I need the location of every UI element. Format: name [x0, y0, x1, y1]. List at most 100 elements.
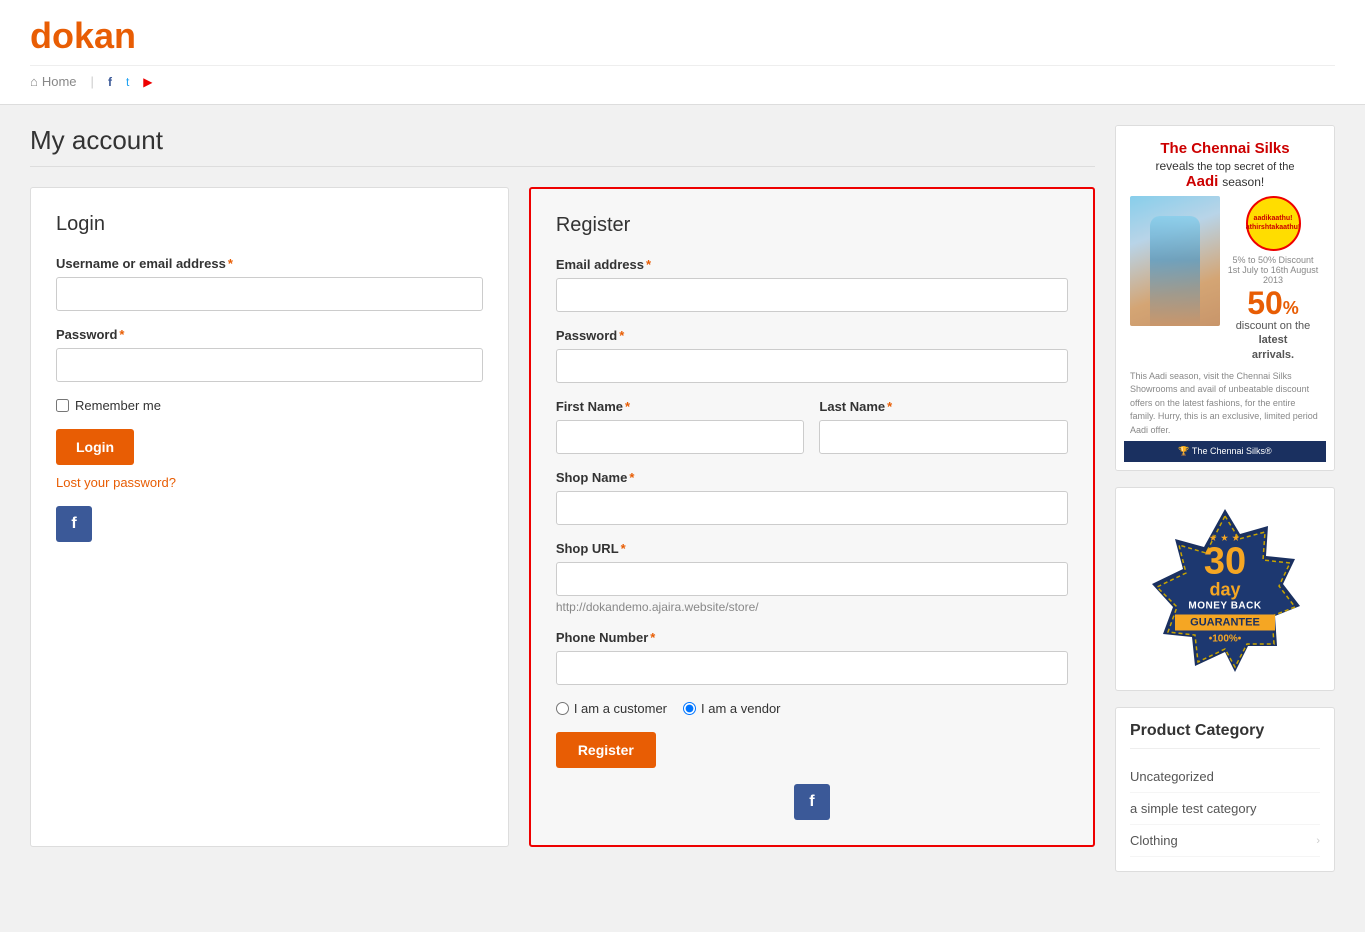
- shop-url-hint: http://dokandemo.ajaira.website/store/: [556, 600, 1068, 614]
- category-simple-test-label: a simple test category: [1130, 801, 1256, 816]
- register-fb-icon: f: [809, 793, 814, 811]
- remember-me-group: Remember me: [56, 398, 483, 413]
- vendor-radio-option[interactable]: I am a vendor: [683, 701, 781, 716]
- badge-100-percent: •100%•: [1165, 634, 1285, 645]
- ad-reveals-text: reveals the top secret of the: [1156, 159, 1295, 173]
- shop-url-required: *: [621, 541, 626, 556]
- first-name-required: *: [625, 399, 630, 414]
- password-required: *: [119, 327, 124, 342]
- username-input[interactable]: [56, 277, 483, 311]
- register-section: Register Email address* Password*: [529, 187, 1095, 847]
- ad-footer-brand: 🏆 The Chennai Silks®: [1178, 446, 1271, 457]
- register-facebook-button[interactable]: f: [794, 784, 830, 820]
- nav-home[interactable]: ⌂ Home: [30, 74, 77, 89]
- badge-money-back: MONEY BACK: [1165, 601, 1285, 612]
- category-clothing-label: Clothing: [1130, 833, 1178, 848]
- last-name-required: *: [887, 399, 892, 414]
- phone-input[interactable]: [556, 651, 1068, 685]
- last-name-label: Last Name*: [819, 399, 1068, 414]
- nav-twitter[interactable]: t: [126, 75, 129, 89]
- last-name-input[interactable]: [819, 420, 1068, 454]
- ad-creative: The Chennai Silks reveals the top secret…: [1116, 126, 1334, 470]
- email-label: Email address*: [556, 257, 1068, 272]
- category-item-simple-test[interactable]: a simple test category: [1130, 793, 1320, 825]
- username-required: *: [228, 256, 233, 271]
- register-fb-container: f: [556, 784, 1068, 820]
- main-nav: ⌂ Home | f t ▶: [30, 65, 1335, 89]
- nav-facebook[interactable]: f: [108, 75, 112, 89]
- phone-group: Phone Number*: [556, 630, 1068, 685]
- role-radio-group: I am a customer I am a vendor: [556, 701, 1068, 716]
- ad-model-image: [1130, 196, 1220, 326]
- customer-radio-label: I am a customer: [574, 701, 667, 716]
- login-section: Login Username or email address* Passwor…: [30, 187, 509, 847]
- reg-password-input[interactable]: [556, 349, 1068, 383]
- logo-accent: d: [30, 15, 52, 56]
- vendor-radio[interactable]: [683, 702, 696, 715]
- first-name-label: First Name*: [556, 399, 805, 414]
- password-input[interactable]: [56, 348, 483, 382]
- ad-circle-badge: aadikaathu!athirshtakaathu!: [1246, 196, 1301, 251]
- email-required: *: [646, 257, 651, 272]
- phone-label: Phone Number*: [556, 630, 1068, 645]
- logo-text: okan: [52, 15, 136, 56]
- ad-badge-text: aadikaathu!athirshtakaathu!: [1246, 215, 1300, 232]
- customer-radio-option[interactable]: I am a customer: [556, 701, 667, 716]
- nav-youtube[interactable]: ▶: [143, 75, 152, 89]
- sidebar-ad-banner: The Chennai Silks reveals the top secret…: [1115, 125, 1335, 471]
- ad-brand-name: The Chennai Silks: [1160, 140, 1289, 157]
- shop-url-label: Shop URL*: [556, 541, 1068, 556]
- first-name-input[interactable]: [556, 420, 805, 454]
- login-button[interactable]: Login: [56, 429, 134, 465]
- nav-divider: |: [91, 74, 94, 89]
- remember-label[interactable]: Remember me: [75, 398, 161, 413]
- page-title: My account: [30, 125, 1095, 167]
- username-group: Username or email address*: [56, 256, 483, 311]
- ad-50: 50%: [1247, 287, 1299, 319]
- name-row: First Name* Last Name*: [556, 399, 1068, 470]
- badge-content: ★ ★ ★ 30 day MONEY BACK GUARANTEE •100%•: [1165, 534, 1285, 645]
- product-category-title: Product Category: [1130, 722, 1320, 749]
- guarantee-badge-container: ★ ★ ★ 30 day MONEY BACK GUARANTEE •100%•: [1115, 487, 1335, 691]
- category-item-clothing[interactable]: Clothing ›: [1130, 825, 1320, 857]
- last-name-group: Last Name*: [819, 399, 1068, 454]
- register-button[interactable]: Register: [556, 732, 656, 768]
- remember-checkbox[interactable]: [56, 399, 69, 412]
- shop-name-label: Shop Name*: [556, 470, 1068, 485]
- site-logo[interactable]: dokan: [30, 15, 1335, 57]
- reg-password-label: Password*: [556, 328, 1068, 343]
- product-category-section: Product Category Uncategorized a simple …: [1115, 707, 1335, 872]
- shop-url-input[interactable]: [556, 562, 1068, 596]
- password-group: Password*: [56, 327, 483, 382]
- lost-password-link[interactable]: Lost your password?: [56, 475, 483, 490]
- login-title: Login: [56, 213, 483, 236]
- login-facebook-button[interactable]: f: [56, 506, 92, 542]
- shop-name-input[interactable]: [556, 491, 1068, 525]
- ad-discount-desc: discount on thelatestarrivals.: [1236, 319, 1311, 362]
- home-icon: ⌂: [30, 74, 38, 89]
- ad-bottom-bar: 🏆 The Chennai Silks®: [1124, 441, 1326, 462]
- shop-url-group: Shop URL* http://dokandemo.ajaira.websit…: [556, 541, 1068, 614]
- facebook-icon: f: [108, 75, 112, 89]
- shop-name-required: *: [629, 470, 634, 485]
- ad-date-text: 5% to 50% Discount1st July to 16th Augus…: [1226, 255, 1320, 285]
- facebook-btn-icon: f: [71, 515, 76, 533]
- sidebar: The Chennai Silks reveals the top secret…: [1115, 125, 1335, 872]
- customer-radio[interactable]: [556, 702, 569, 715]
- email-input[interactable]: [556, 278, 1068, 312]
- ad-right-panel: aadikaathu!athirshtakaathu! 5% to 50% Di…: [1226, 196, 1320, 362]
- category-item-uncategorized[interactable]: Uncategorized: [1130, 761, 1320, 793]
- main-content: My account Login Username or email addre…: [30, 125, 1095, 872]
- username-label: Username or email address*: [56, 256, 483, 271]
- ad-aadi-text: Aadi: [1186, 173, 1219, 190]
- site-header: dokan ⌂ Home | f t ▶: [0, 0, 1365, 105]
- password-label: Password*: [56, 327, 483, 342]
- ad-season-text: season!: [1222, 175, 1264, 189]
- badge-guarantee-label: GUARANTEE: [1175, 615, 1275, 631]
- reg-password-group: Password*: [556, 328, 1068, 383]
- ad-footer-text: This Aadi season, visit the Chennai Silk…: [1124, 366, 1326, 442]
- phone-required: *: [650, 630, 655, 645]
- category-arrow-icon: ›: [1316, 835, 1320, 847]
- guarantee-badge: ★ ★ ★ 30 day MONEY BACK GUARANTEE •100%•: [1140, 504, 1310, 674]
- form-columns: Login Username or email address* Passwor…: [30, 187, 1095, 847]
